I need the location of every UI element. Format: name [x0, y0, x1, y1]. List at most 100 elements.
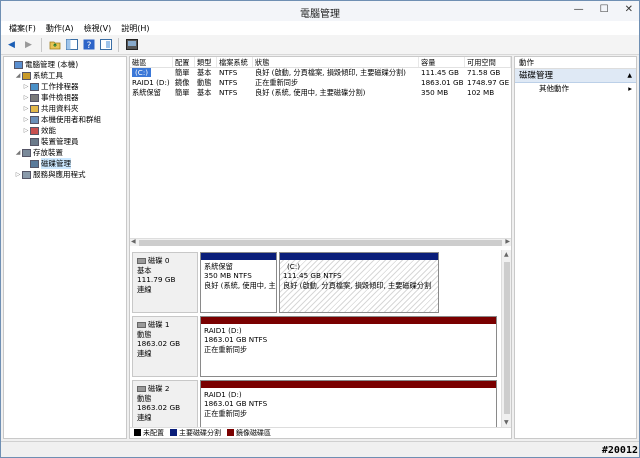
disk-management-pane: 磁區 配置 類型 檔案系統 狀態 容量 可用空間 (C:) 簡單 基本 NTFS 良好 …: [129, 56, 512, 439]
minimize-button[interactable]: —: [574, 4, 584, 15]
partition-block[interactable]: (C:) 111.45 GB NTFS 良好 (啟動, 分頁檔案, 損毀傾印, 主要…: [279, 252, 439, 313]
toolbar-separator: [41, 37, 42, 52]
title-bar: 電腦管理 — ☐ ✕: [1, 1, 639, 21]
tree-item[interactable]: 磁碟管理: [4, 158, 126, 169]
table-cell: RAID1 (D:): [132, 78, 170, 87]
partition-block[interactable]: 系統保留 350 MB NTFS 良好 (系統, 使用中, 主: [200, 252, 277, 313]
disk-label[interactable]: 磁碟 2 動態 1863.02 GB 連線: [132, 380, 198, 427]
menu-view[interactable]: 檢視(V): [84, 23, 112, 34]
actions-header: 動作: [515, 57, 636, 69]
column-header-layout[interactable]: 配置: [173, 57, 195, 67]
shared-folder-icon: [30, 104, 39, 113]
column-header-type[interactable]: 類型: [195, 57, 217, 67]
partition-status: 正在重新同步: [204, 344, 248, 354]
tree-item-label: 事件檢視器: [41, 93, 79, 102]
disk-label[interactable]: 磁碟 0 基本 111.79 GB 連線: [132, 252, 198, 313]
tree-expander-icon[interactable]: ▷: [14, 169, 22, 180]
tree-item[interactable]: ◢ 存放裝置: [4, 147, 126, 158]
tree-expander-icon[interactable]: ▷: [22, 92, 30, 103]
table-cell: 正在重新同步: [255, 78, 299, 87]
column-header-volume[interactable]: 磁區: [130, 57, 173, 67]
users-icon: [30, 115, 39, 124]
horizontal-scrollbar[interactable]: ◀ ▶: [130, 238, 511, 246]
legend-swatch: [134, 429, 141, 436]
volume-list-header: 磁區 配置 類型 檔案系統 狀態 容量 可用空間: [130, 57, 511, 68]
watermark-stamp: #20012: [601, 445, 638, 456]
tree-item[interactable]: ▷ 工作排程器: [4, 81, 126, 92]
scroll-left-icon[interactable]: ◀: [131, 238, 136, 245]
tree-expander-icon[interactable]: ◢: [14, 70, 22, 81]
tree-item[interactable]: ▷ 事件檢視器: [4, 92, 126, 103]
partition-size: 350 MB NTFS: [204, 271, 252, 281]
vertical-scrollbar[interactable]: ▲ ▼: [501, 250, 511, 427]
tree-expander-icon[interactable]: ▷: [22, 103, 30, 114]
table-row[interactable]: 系統保留 簡單 基本 NTFS 良好 (系統, 使用中, 主要磁碟分割) 350 MB 10…: [130, 88, 511, 98]
tree-item-label: 工作排程器: [41, 82, 79, 91]
menu-help[interactable]: 說明(H): [121, 23, 149, 34]
table-row[interactable]: RAID1 (D:) 鏡像 動態 NTFS 正在重新同步 1863.01 GB 1748.9…: [130, 78, 511, 88]
help-icon[interactable]: ?: [82, 38, 95, 51]
partition-block[interactable]: RAID1 (D:) 1863.01 GB NTFS 正在重新同步: [200, 316, 497, 377]
tree-item[interactable]: 電腦管理 (本機): [4, 59, 126, 70]
tree-expander-icon[interactable]: ▷: [22, 81, 30, 92]
table-cell: 1863.01 GB: [421, 78, 464, 87]
up-folder-icon[interactable]: [48, 38, 61, 51]
tree-item[interactable]: ▷ 本機使用者和群組: [4, 114, 126, 125]
horizontal-scroll-thumb[interactable]: [139, 240, 502, 246]
partition-block[interactable]: RAID1 (D:) 1863.01 GB NTFS 正在重新同步: [200, 380, 497, 427]
column-header-filesystem[interactable]: 檔案系統: [217, 57, 253, 67]
disk-icon: [137, 385, 146, 392]
column-header-free-space[interactable]: 可用空間: [465, 57, 511, 67]
legend-mirrored-volume: 鏡像磁碟區: [227, 428, 271, 438]
computer-icon: [14, 60, 23, 69]
tree-item-label: 效能: [41, 126, 56, 135]
maximize-button[interactable]: ☐: [600, 4, 609, 15]
performance-icon: [30, 126, 39, 135]
action-more-actions[interactable]: 其他動作 ▸: [515, 83, 636, 95]
tree-item-label: 存放裝置: [33, 148, 63, 157]
show-tree-icon[interactable]: [65, 38, 78, 51]
table-row[interactable]: (C:) 簡單 基本 NTFS 良好 (啟動, 分頁檔案, 損毀傾印, 主要磁碟分割) 1…: [130, 68, 511, 78]
collapse-arrow-icon[interactable]: ▲: [627, 69, 632, 82]
tree-item-label: 電腦管理 (本機): [25, 60, 79, 69]
vertical-scroll-thumb[interactable]: [504, 262, 510, 414]
tree-item[interactable]: 裝置管理員: [4, 136, 126, 147]
table-cell: 71.58 GB: [467, 68, 501, 77]
tree-expander-icon[interactable]: ▷: [22, 125, 30, 136]
scroll-down-icon[interactable]: ▼: [504, 419, 509, 426]
properties-icon[interactable]: [99, 38, 112, 51]
volume-list: 磁區 配置 類型 檔案系統 狀態 容量 可用空間 (C:) 簡單 基本 NTFS 良好 …: [130, 57, 511, 238]
column-header-status[interactable]: 狀態: [253, 57, 419, 67]
close-button[interactable]: ✕: [625, 4, 633, 15]
legend-unallocated: 未配置: [134, 428, 164, 438]
tree-item[interactable]: ▷ 效能: [4, 125, 126, 136]
menu-action[interactable]: 動作(A): [46, 23, 74, 34]
tree-expander-icon[interactable]: ◢: [14, 147, 22, 158]
table-cell: 基本: [197, 68, 212, 77]
tree-item[interactable]: ◢ 系統工具: [4, 70, 126, 81]
actions-pane: 動作 磁碟管理 ▲ 其他動作 ▸: [514, 56, 637, 439]
disk-label[interactable]: 磁碟 1 動態 1863.02 GB 連線: [132, 316, 198, 377]
table-cell: 350 MB: [421, 88, 449, 97]
tree-item[interactable]: ▷ 共用資料夾: [4, 103, 126, 114]
scroll-right-icon[interactable]: ▶: [505, 238, 510, 245]
partition-size: 1863.01 GB NTFS: [204, 399, 268, 409]
table-cell: (C:): [130, 68, 173, 78]
partition-status: 正在重新同步: [204, 408, 248, 418]
forward-arrow-icon[interactable]: ▶: [22, 38, 35, 51]
menu-bar: 檔案(F) 動作(A) 檢視(V) 說明(H): [1, 21, 639, 35]
disk-row: 磁碟 2 動態 1863.02 GB 連線 RAID1 (D:) 1863.01 GB N…: [132, 380, 499, 427]
actions-section-disk-management[interactable]: 磁碟管理 ▲: [515, 69, 636, 83]
scroll-up-icon[interactable]: ▲: [504, 251, 509, 258]
console-icon[interactable]: [125, 38, 138, 51]
tree-item[interactable]: ▷ 服務與應用程式: [4, 169, 126, 180]
tree-expander-icon[interactable]: ▷: [22, 114, 30, 125]
column-header-capacity[interactable]: 容量: [419, 57, 465, 67]
tree-item-label: 裝置管理員: [41, 137, 79, 146]
legend-swatch: [227, 429, 234, 436]
menu-file[interactable]: 檔案(F): [9, 23, 36, 34]
toolbar-separator: [118, 37, 119, 52]
disk-graphical-view: 磁碟 0 基本 111.79 GB 連線 系統保留 350 MB NTFS 良好 (系統, …: [130, 250, 501, 427]
disk-management-icon: [30, 159, 39, 168]
back-arrow-icon[interactable]: ◀: [5, 38, 18, 51]
